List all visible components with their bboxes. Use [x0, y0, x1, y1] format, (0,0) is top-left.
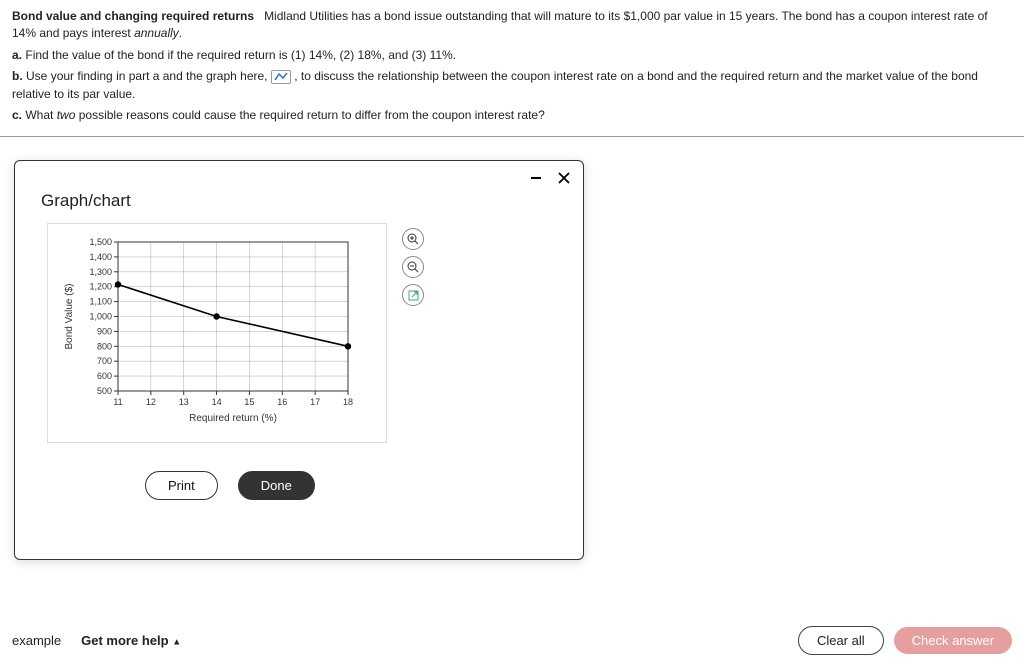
part-c-em: two	[57, 108, 76, 122]
part-c-text-2: possible reasons could cause the require…	[75, 108, 544, 122]
svg-text:1,300: 1,300	[89, 267, 112, 277]
chart-plot: 11 12 13 14 15 16 17 18 500 600 700 800 900 1,000 1,10…	[58, 234, 358, 429]
part-a-text: Find the value of the bond if the requir…	[25, 48, 456, 62]
svg-text:1,500: 1,500	[89, 237, 112, 247]
part-c-text-1: What	[25, 108, 56, 122]
svg-text:Required return (%): Required return (%)	[189, 413, 277, 424]
problem-intro-2: .	[179, 26, 182, 40]
minimize-icon[interactable]	[527, 169, 545, 187]
zoom-out-icon[interactable]	[402, 256, 424, 278]
svg-text:Bond Value ($): Bond Value ($)	[64, 284, 75, 350]
modal-title: Graph/chart	[15, 187, 583, 219]
part-b-text-1: Use your finding in part a and the graph…	[26, 69, 271, 83]
svg-text:500: 500	[97, 386, 112, 396]
chart-tools	[402, 228, 424, 306]
svg-text:15: 15	[244, 397, 254, 407]
svg-text:14: 14	[212, 397, 222, 407]
graph-modal: Graph/chart 11 12 13 14 15 16 17 18 500 600 700 800…	[14, 160, 584, 560]
get-more-help-link[interactable]: Get more help ▲	[81, 633, 181, 648]
footer-bar: example Get more help ▲ Clear all Check …	[0, 626, 1024, 655]
clear-all-button[interactable]: Clear all	[798, 626, 884, 655]
divider	[0, 136, 1024, 137]
close-icon[interactable]	[555, 169, 573, 187]
check-answer-button[interactable]: Check answer	[894, 627, 1012, 654]
svg-text:800: 800	[97, 341, 112, 351]
svg-text:17: 17	[310, 397, 320, 407]
modal-buttons: Print Done	[15, 443, 583, 500]
svg-text:1,100: 1,100	[89, 297, 112, 307]
svg-text:18: 18	[343, 397, 353, 407]
problem-intro-em: annually	[134, 26, 179, 40]
svg-text:13: 13	[179, 397, 189, 407]
part-c-label: c.	[12, 108, 22, 122]
part-a-label: a.	[12, 48, 22, 62]
chart-link-icon[interactable]	[271, 70, 291, 84]
svg-text:1,000: 1,000	[89, 312, 112, 322]
svg-text:700: 700	[97, 356, 112, 366]
svg-text:11: 11	[113, 397, 122, 407]
problem-statement: Bond value and changing required returns…	[0, 0, 1024, 132]
problem-title: Bond value and changing required returns	[12, 9, 254, 23]
zoom-in-icon[interactable]	[402, 228, 424, 250]
svg-text:12: 12	[146, 397, 156, 407]
svg-text:600: 600	[97, 371, 112, 381]
svg-text:900: 900	[97, 326, 112, 336]
svg-text:16: 16	[277, 397, 287, 407]
done-button[interactable]: Done	[238, 471, 315, 500]
svg-text:1,200: 1,200	[89, 282, 112, 292]
example-link[interactable]: example	[12, 633, 61, 648]
print-button[interactable]: Print	[145, 471, 218, 500]
caret-up-icon: ▲	[172, 637, 181, 647]
svg-text:1,400: 1,400	[89, 252, 112, 262]
open-new-icon[interactable]	[402, 284, 424, 306]
modal-header	[15, 161, 583, 187]
part-b-label: b.	[12, 69, 23, 83]
chart-container: 11 12 13 14 15 16 17 18 500 600 700 800 900 1,000 1,10…	[47, 223, 387, 443]
